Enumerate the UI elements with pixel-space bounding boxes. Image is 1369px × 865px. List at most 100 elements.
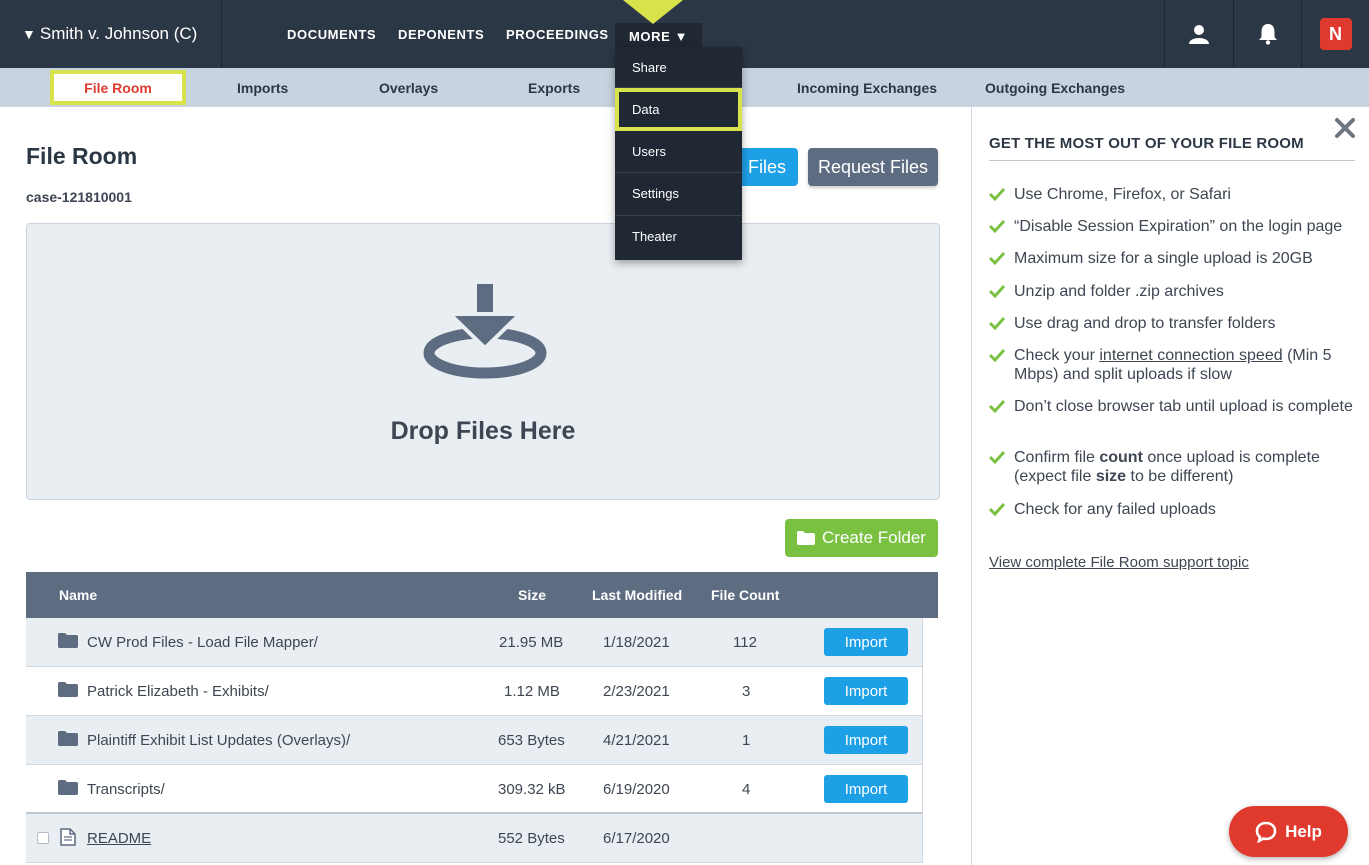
check-icon — [989, 399, 1005, 414]
tab-overlays[interactable]: Overlays — [379, 68, 438, 107]
notifications-button[interactable] — [1233, 0, 1301, 68]
readme-link[interactable]: README — [87, 814, 151, 862]
column-header-name[interactable]: Name — [59, 572, 97, 618]
tip-item: Use Chrome, Firefox, or Safari — [989, 185, 1354, 204]
import-button[interactable]: Import — [824, 726, 908, 754]
row-size: 21.95 MB — [499, 633, 564, 651]
tip-text: to be different) — [1126, 468, 1234, 485]
user-icon — [1188, 25, 1209, 44]
folder-icon — [58, 780, 78, 795]
tip-text: “Disable Session Expiration” on the logi… — [1014, 218, 1343, 235]
menu-item-data[interactable]: Data — [615, 88, 742, 131]
case-id: case-121810001 — [26, 189, 132, 205]
case-name-label: Smith v. Johnson (C) — [39, 24, 198, 43]
more-dropdown-menu: Share Data Users Settings Theater — [615, 47, 742, 260]
column-header-last-modified[interactable]: Last Modified — [592, 572, 682, 618]
row-modified: 1/18/2021 — [603, 633, 670, 651]
tab-outgoing-exchanges[interactable]: Outgoing Exchanges — [985, 68, 1125, 107]
menu-item-theater[interactable]: Theater — [615, 216, 742, 259]
file-drop-zone[interactable]: Drop Files Here — [26, 223, 940, 500]
table-row[interactable]: README 552 Bytes 6/17/2020 — [26, 814, 922, 863]
check-icon — [989, 187, 1005, 202]
import-button[interactable]: Import — [824, 628, 908, 656]
tip-text: Use Chrome, Firefox, or Safari — [1014, 186, 1231, 203]
help-label: Help — [1285, 821, 1322, 841]
row-checkbox[interactable] — [37, 832, 49, 844]
tip-item: Check your internet connection speed (Mi… — [989, 346, 1354, 384]
caret-down-icon: ▼ — [674, 28, 689, 44]
table-row[interactable]: CW Prod Files - Load File Mapper/ 21.95 … — [26, 618, 922, 667]
table-scrollbar[interactable] — [922, 618, 938, 863]
tip-item: Maximum size for a single upload is 20GB — [989, 249, 1354, 268]
tip-text: Use drag and drop to transfer folders — [1014, 315, 1276, 332]
tip-bold: size — [1095, 468, 1127, 485]
menu-item-settings[interactable]: Settings — [615, 173, 742, 216]
tip-text: Check for any failed uploads — [1014, 501, 1216, 518]
import-button[interactable]: Import — [824, 677, 908, 705]
table-header: Name Size Last Modified File Count — [26, 572, 938, 618]
folder-icon — [58, 731, 78, 746]
user-button[interactable] — [1164, 0, 1232, 68]
menu-item-users[interactable]: Users — [615, 131, 742, 173]
tip-text: Unzip and folder .zip archives — [1014, 283, 1224, 300]
row-modified: 2/23/2021 — [603, 682, 670, 700]
import-button[interactable]: Import — [824, 775, 908, 803]
upload-files-button[interactable]: l Files — [735, 148, 798, 186]
folder-icon — [797, 531, 816, 545]
bell-icon — [1258, 24, 1277, 45]
check-icon — [989, 348, 1005, 363]
support-topic-link[interactable]: View complete File Room support topic — [989, 554, 1249, 571]
check-icon — [989, 251, 1005, 266]
table-row[interactable]: Patrick Elizabeth - Exhibits/ 1.12 MB 2/… — [26, 667, 922, 716]
column-header-size[interactable]: Size — [518, 572, 546, 618]
tab-incoming-exchanges[interactable]: Incoming Exchanges — [797, 68, 937, 107]
row-modified: 6/17/2020 — [603, 829, 670, 847]
check-icon — [989, 316, 1005, 331]
row-name: Plaintiff Exhibit List Updates (Overlays… — [87, 731, 351, 749]
tip-item: Use drag and drop to transfer folders — [989, 314, 1354, 333]
row-name: Transcripts/ — [87, 780, 165, 798]
nav-more[interactable]: MORE ▼ — [615, 23, 703, 49]
nav-proceedings[interactable]: PROCEEDINGS — [506, 0, 609, 68]
tip-item: Check for any failed uploads — [989, 500, 1354, 519]
tab-exports[interactable]: Exports — [528, 68, 580, 107]
tab-imports[interactable]: Imports — [237, 68, 288, 107]
nav-documents[interactable]: DOCUMENTS — [287, 0, 376, 68]
tip-text: Don’t close browser tab until upload is … — [1014, 398, 1353, 415]
nav-deponents[interactable]: DEPONENTS — [398, 0, 484, 68]
tip-text: Maximum size for a single upload is 20GB — [1014, 250, 1313, 267]
check-icon — [989, 502, 1005, 517]
row-file-count: 3 — [742, 682, 751, 700]
nav-more-label: MORE — [629, 28, 671, 44]
tip-item: “Disable Session Expiration” on the logi… — [989, 217, 1354, 236]
tip-item: Don’t close browser tab until upload is … — [989, 397, 1354, 416]
check-icon — [989, 219, 1005, 234]
tip-item: Unzip and folder .zip archives — [989, 282, 1354, 301]
table-row[interactable]: Transcripts/ 309.32 kB 6/19/2020 4 Impor… — [26, 765, 922, 814]
case-selector[interactable]: ▼ Smith v. Johnson (C) — [0, 0, 222, 68]
column-header-file-count[interactable]: File Count — [711, 572, 779, 618]
tips-panel: GET THE MOST OUT OF YOUR FILE ROOM Use C… — [971, 107, 1369, 865]
tip-item: Confirm file count once upload is comple… — [989, 448, 1354, 486]
menu-item-share[interactable]: Share — [615, 47, 742, 88]
row-size: 653 Bytes — [498, 731, 565, 749]
drop-files-text: Drop Files Here — [390, 417, 576, 445]
row-modified: 6/19/2020 — [603, 780, 670, 798]
request-files-button[interactable]: Request Files — [808, 148, 938, 186]
row-size: 552 Bytes — [498, 829, 565, 847]
connection-speed-link[interactable]: internet connection speed — [1099, 347, 1282, 364]
row-modified: 4/21/2021 — [603, 731, 670, 749]
row-name: Patrick Elizabeth - Exhibits/ — [87, 682, 269, 700]
row-size: 1.12 MB — [504, 682, 560, 700]
create-folder-button[interactable]: Create Folder — [785, 519, 938, 557]
app-logo-button[interactable]: N — [1301, 0, 1369, 68]
create-folder-label: Create Folder — [822, 528, 926, 547]
folder-icon — [58, 682, 78, 697]
table-row[interactable]: Plaintiff Exhibit List Updates (Overlays… — [26, 716, 922, 765]
document-icon — [60, 828, 76, 846]
help-button[interactable]: Help — [1229, 806, 1348, 857]
tip-text: Check your — [1014, 347, 1100, 364]
tab-file-room[interactable]: File Room — [50, 70, 186, 105]
tip-bold: count — [1099, 449, 1143, 466]
tip-text: Confirm file — [1014, 449, 1100, 466]
